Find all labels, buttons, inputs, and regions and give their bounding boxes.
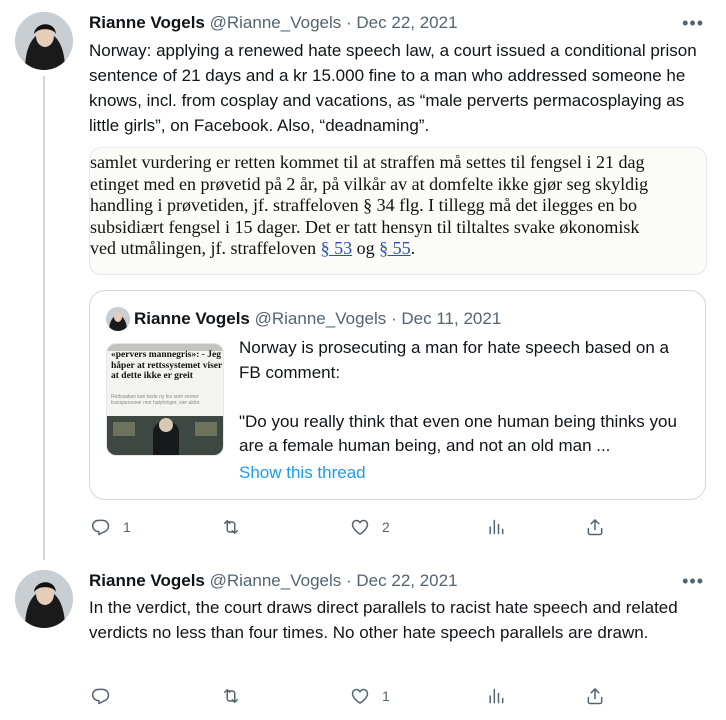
- share-button[interactable]: [585, 515, 605, 539]
- analytics-button[interactable]: [486, 515, 506, 539]
- share-button[interactable]: [585, 684, 605, 708]
- tweet-date[interactable]: Dec 22, 2021: [356, 571, 457, 590]
- like-button[interactable]: 1: [350, 684, 390, 708]
- law-link: § 53: [320, 238, 353, 258]
- reply-icon: [91, 519, 110, 536]
- display-name[interactable]: Rianne Vogels: [89, 13, 205, 32]
- image-text-line: ved utmålingen, jf. straffeloven § 53 og…: [90, 238, 416, 258]
- thumbnail-photo: [107, 416, 223, 455]
- more-icon[interactable]: •••: [682, 13, 704, 33]
- image-text-line: etinget med en prøvetid på 2 år, på vilk…: [90, 173, 649, 194]
- tweet-date[interactable]: Dec 22, 2021: [356, 13, 457, 32]
- thumbnail-subtext: Rettssaken kan teste ny lov som verner t…: [111, 394, 201, 406]
- like-button[interactable]: 2: [350, 515, 390, 539]
- tweet[interactable]: Rianne Vogels @Rianne_Vogels · Dec 22, 2…: [0, 560, 726, 720]
- display-name[interactable]: Rianne Vogels: [89, 571, 205, 590]
- image-text-line: samlet vurdering er retten kommet til at…: [90, 152, 645, 172]
- analytics-icon: [489, 688, 504, 704]
- reply-button[interactable]: [91, 684, 123, 708]
- reply-count: 1: [123, 519, 131, 535]
- tweet-text: Norway: applying a renewed hate speech l…: [89, 41, 697, 135]
- retweet-icon: [224, 689, 238, 703]
- retweet-icon: [224, 520, 238, 534]
- avatar[interactable]: [15, 570, 73, 628]
- reply-button[interactable]: 1: [91, 515, 131, 539]
- separator-dot: ·: [391, 309, 397, 328]
- quoted-thumbnail: «pervers mannegris»: - Jeg håper at rett…: [106, 343, 224, 456]
- tweet-actions: 1 2: [89, 515, 709, 539]
- quoted-avatar: [106, 307, 130, 331]
- like-count: 1: [382, 688, 390, 704]
- user-handle[interactable]: @Rianne_Vogels: [210, 13, 342, 32]
- separator-dot: ·: [346, 13, 352, 32]
- like-icon: [351, 519, 369, 535]
- thread-connector-line: [43, 76, 45, 560]
- share-icon: [587, 519, 603, 536]
- user-handle[interactable]: @Rianne_Vogels: [210, 571, 342, 590]
- like-icon: [351, 688, 369, 704]
- quoted-text: Norway is prosecuting a man for hate spe…: [239, 336, 694, 459]
- avatar[interactable]: [15, 12, 73, 70]
- analytics-icon: [489, 519, 504, 535]
- tweet-header: Rianne Vogels @Rianne_Vogels · Dec 22, 2…: [89, 13, 458, 33]
- share-icon: [587, 688, 603, 705]
- quoted-display-name: Rianne Vogels: [134, 309, 250, 328]
- tweet-actions: 1: [89, 684, 709, 708]
- separator-dot: ·: [346, 571, 352, 590]
- law-link: § 55: [379, 238, 411, 258]
- image-text-line: subsidiært fengsel i 15 dager. Det er ta…: [90, 216, 640, 237]
- tweet-header: Rianne Vogels @Rianne_Vogels · Dec 22, 2…: [89, 571, 458, 591]
- quoted-header: Rianne Vogels @Rianne_Vogels · Dec 11, 2…: [134, 309, 501, 329]
- attached-image[interactable]: samlet vurdering er retten kommet til at…: [89, 147, 707, 275]
- quoted-handle: @Rianne_Vogels: [254, 309, 387, 328]
- thumbnail-headline: «pervers mannegris»: - Jeg håper at rett…: [111, 350, 223, 381]
- more-icon[interactable]: •••: [682, 571, 704, 591]
- image-text-line: handling i prøvetiden, jf. straffeloven …: [90, 195, 638, 215]
- show-thread-link[interactable]: Show this thread: [239, 462, 366, 484]
- tweet[interactable]: Rianne Vogels @Rianne_Vogels · Dec 22, 2…: [0, 0, 726, 560]
- retweet-button[interactable]: [221, 684, 253, 708]
- quoted-date: Dec 11, 2021: [401, 309, 502, 328]
- quoted-text-paragraph: "Do you really think that even one human…: [239, 411, 677, 456]
- analytics-button[interactable]: [486, 684, 506, 708]
- quoted-text-paragraph: Norway is prosecuting a man for hate spe…: [239, 338, 669, 382]
- reply-icon: [91, 688, 110, 705]
- quoted-tweet[interactable]: Rianne Vogels @Rianne_Vogels · Dec 11, 2…: [89, 290, 706, 500]
- like-count: 2: [382, 519, 390, 535]
- retweet-button[interactable]: [221, 515, 253, 539]
- tweet-text: In the verdict, the court draws direct p…: [89, 598, 678, 642]
